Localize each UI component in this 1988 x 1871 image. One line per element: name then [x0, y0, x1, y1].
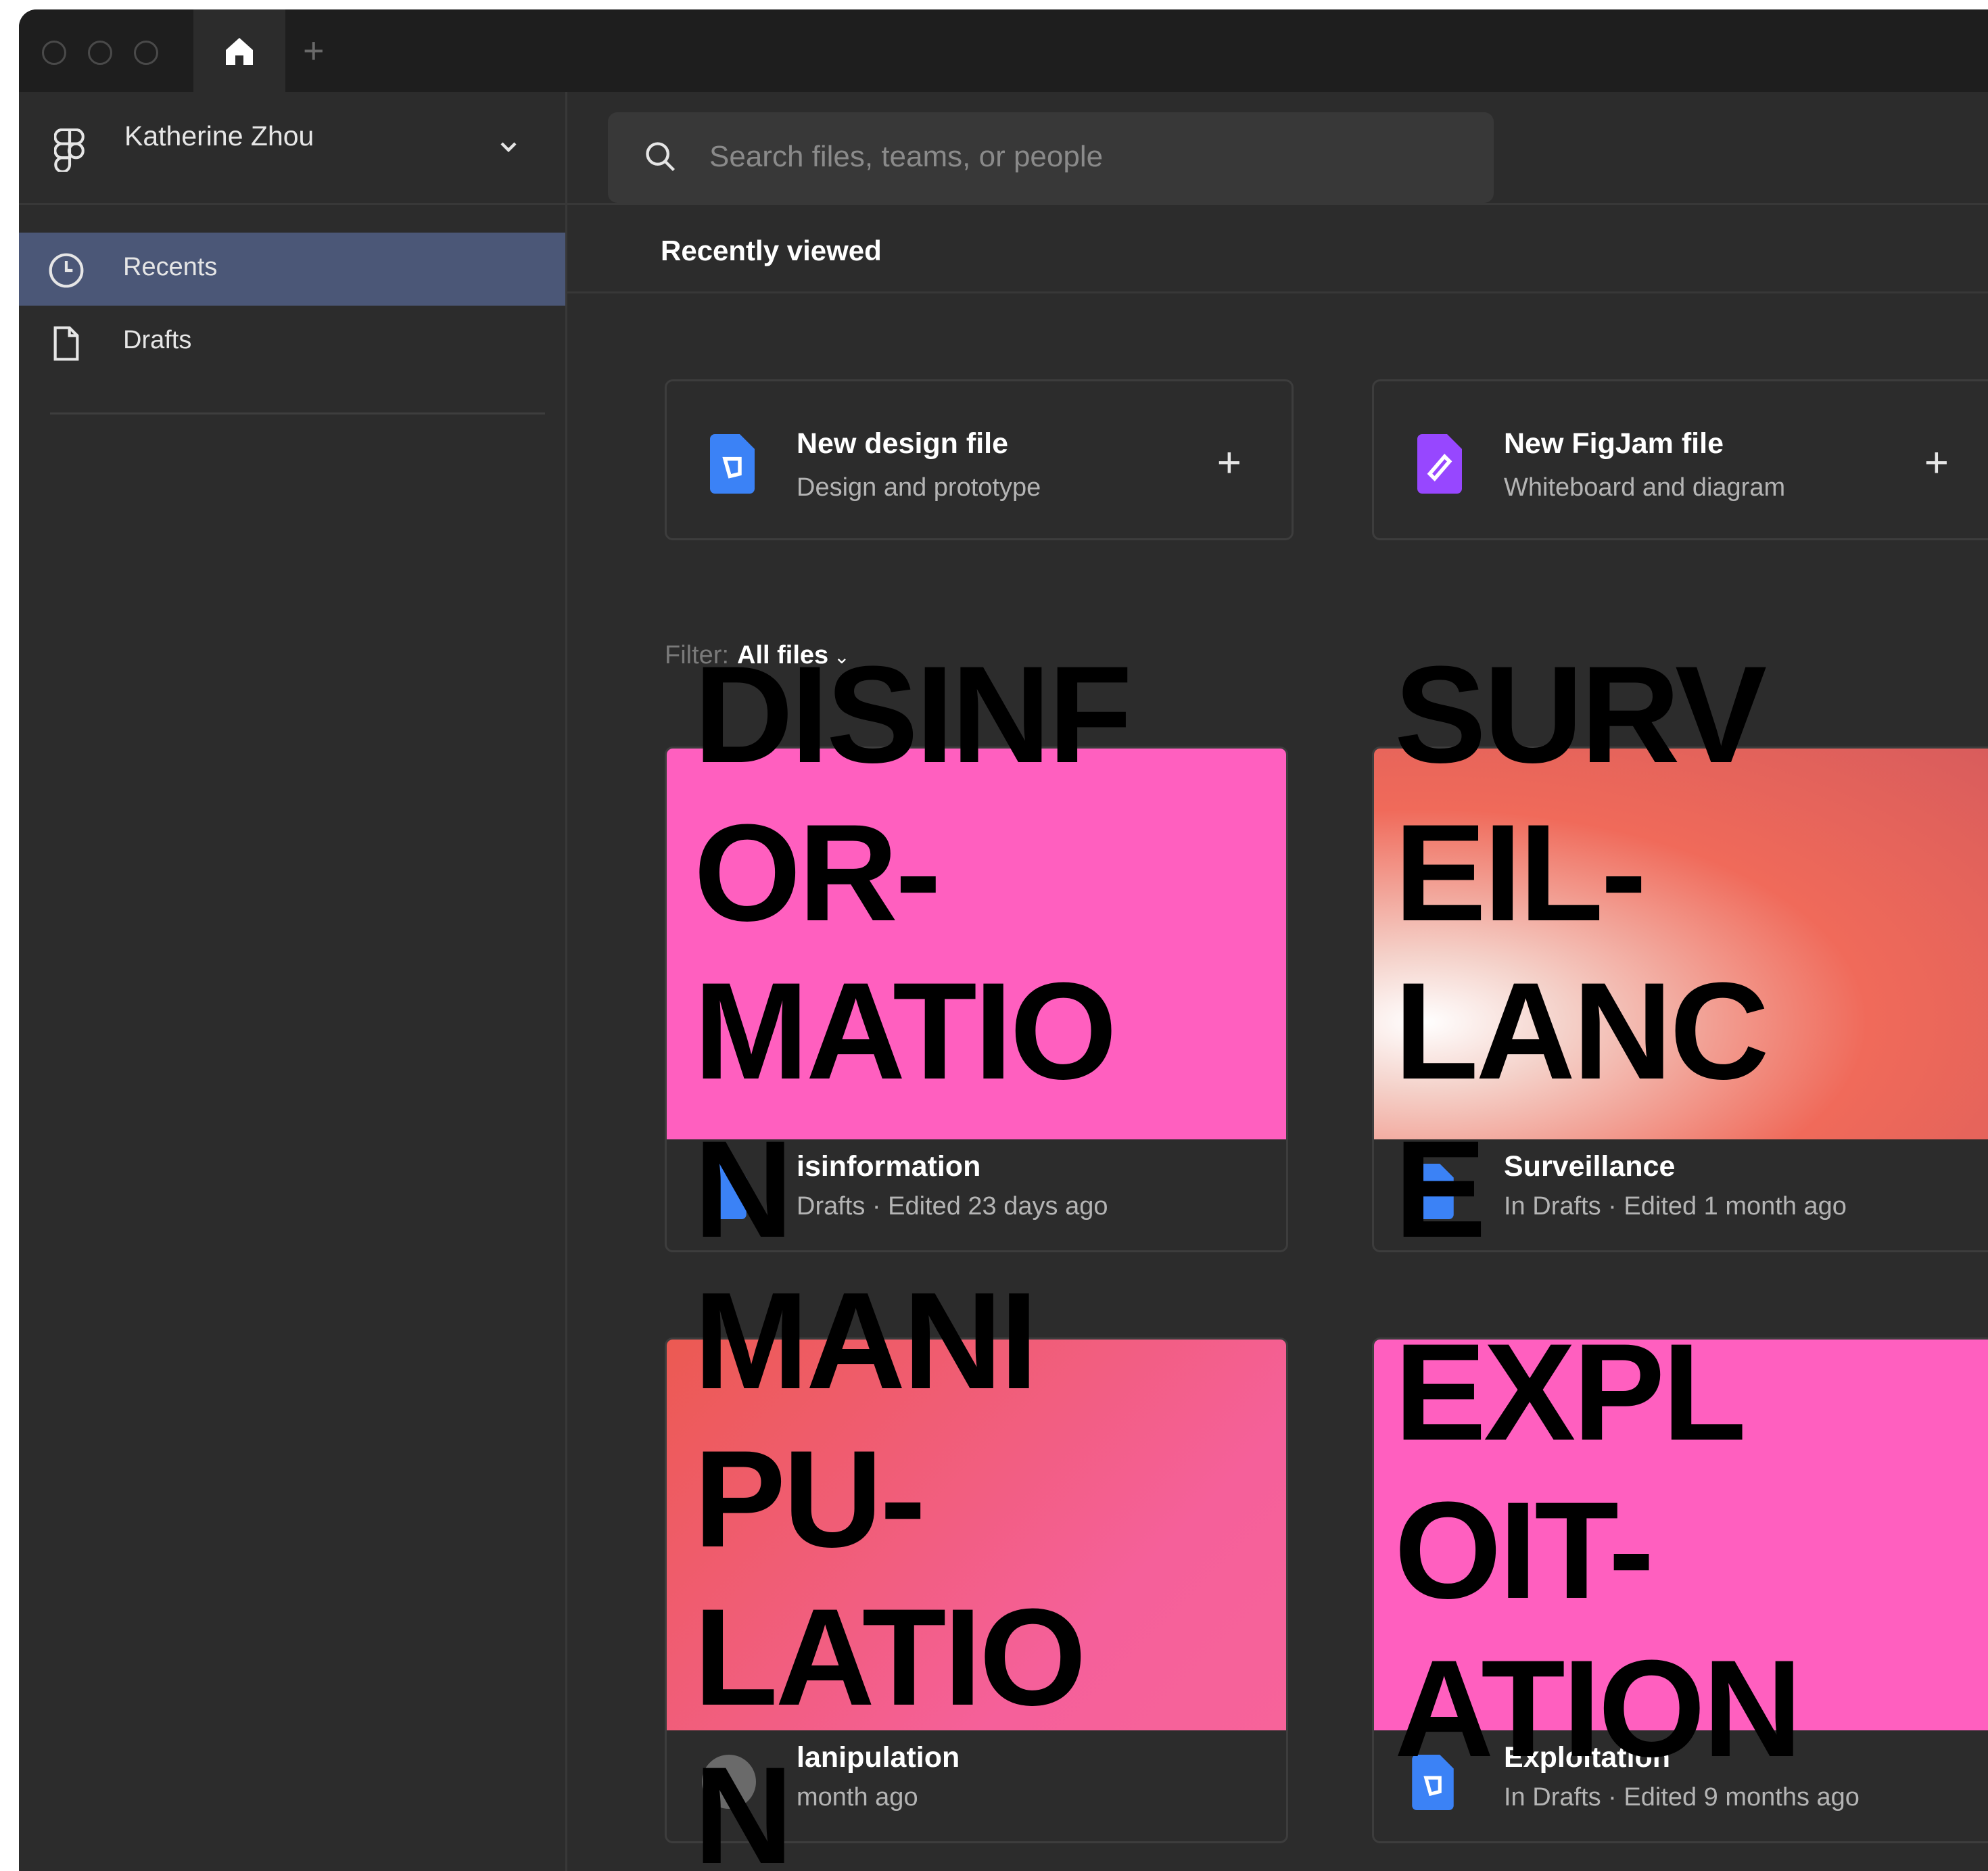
sidebar: Katherine Zhou Recents Drafts — [19, 92, 567, 1871]
sidebar-item-label: Recents — [123, 253, 218, 281]
search-icon — [646, 142, 676, 172]
title-bar: + — [19, 9, 1988, 92]
card-subtitle: Design and prototype — [797, 473, 1041, 502]
card-title: New FigJam file — [1504, 427, 1724, 460]
section-header: Recently viewed — [567, 205, 1988, 293]
overlay-text-manipulation: MANI PU- LATIO N — [694, 1264, 1087, 1871]
account-switcher[interactable]: Katherine Zhou — [19, 92, 565, 205]
design-file-icon — [710, 434, 755, 494]
tab-home[interactable] — [193, 9, 285, 92]
section-title: Recently viewed — [661, 235, 882, 266]
plus-icon[interactable]: + — [1924, 442, 1949, 484]
file-icon — [53, 326, 79, 361]
new-figjam-file-card[interactable]: New FigJam file Whiteboard and diagram + — [1372, 379, 1988, 540]
sidebar-item-recents[interactable]: Recents — [19, 233, 565, 306]
maximize-window-button[interactable] — [134, 41, 158, 65]
overlay-text-exploitation: EXPL OIT- ATION — [1394, 1315, 1802, 1786]
search-input[interactable] — [708, 133, 1454, 181]
card-title: New design file — [797, 427, 1009, 460]
sidebar-divider — [50, 412, 545, 415]
plus-icon[interactable]: + — [1217, 442, 1241, 484]
card-subtitle: Whiteboard and diagram — [1504, 473, 1786, 502]
sidebar-item-label: Drafts — [123, 326, 192, 354]
account-name: Katherine Zhou — [124, 120, 314, 151]
sidebar-item-drafts[interactable]: Drafts — [19, 306, 565, 379]
app-window: + Katherine Zhou Recents Drafts Search f… — [19, 9, 1988, 1871]
figma-logo-icon — [54, 128, 85, 172]
new-tab-button[interactable]: + — [303, 32, 325, 69]
new-design-file-card[interactable]: New design file Design and prototype + — [665, 379, 1294, 540]
top-bar — [567, 92, 1988, 205]
clock-icon — [49, 253, 84, 288]
close-window-button[interactable] — [42, 41, 66, 65]
overlay-text-surveillance: SURV EIL- LANC E — [1394, 638, 1770, 1266]
overlay-text-disinformation: DISINF OR- MATIO N — [694, 638, 1133, 1266]
home-icon — [226, 38, 253, 65]
minimize-window-button[interactable] — [88, 41, 112, 65]
figjam-file-icon — [1417, 434, 1462, 494]
chevron-down-icon[interactable] — [499, 141, 518, 154]
search-bar[interactable] — [608, 112, 1494, 203]
